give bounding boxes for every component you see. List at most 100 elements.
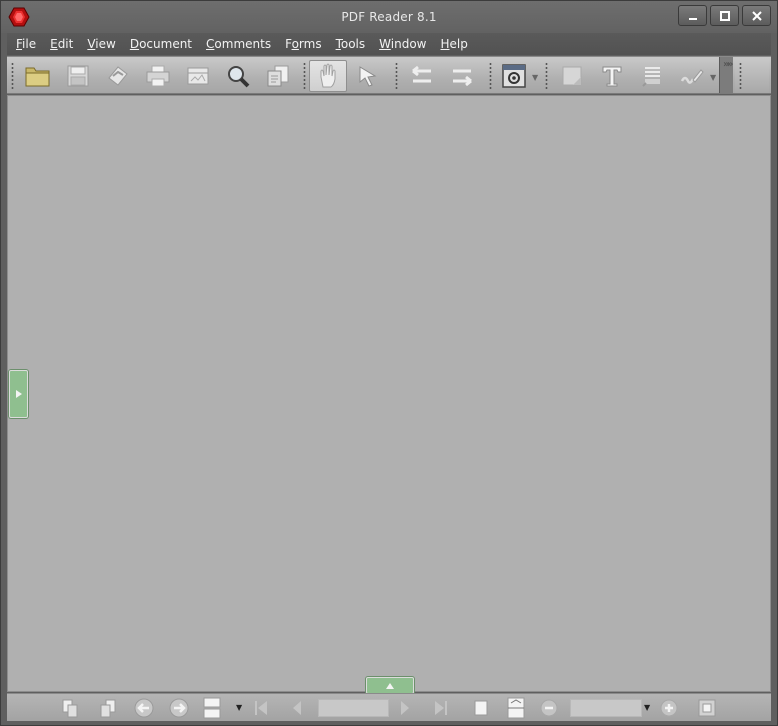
title-bar[interactable]: PDF Reader 8.1 — [1, 1, 777, 33]
full-screen-icon — [698, 699, 716, 717]
email-button[interactable] — [103, 61, 133, 91]
close-icon — [751, 10, 762, 21]
zoom-in-button[interactable] — [657, 697, 681, 719]
minimize-icon — [688, 17, 697, 20]
first-page-icon — [255, 701, 267, 715]
previous-page-button[interactable] — [285, 697, 309, 719]
previous-page-icon — [293, 701, 301, 715]
layout-dropdown-icon[interactable]: ▼ — [236, 703, 242, 712]
menu-edit[interactable]: Edit — [50, 37, 73, 51]
fit-page-icon — [474, 700, 488, 716]
open-button[interactable] — [23, 61, 53, 91]
page-layout-icon — [203, 697, 221, 719]
arrow-left-circle-icon — [134, 698, 154, 718]
print-button[interactable] — [143, 61, 173, 91]
last-page-icon — [435, 701, 447, 715]
signature-button[interactable] — [677, 61, 707, 91]
text-button[interactable] — [597, 61, 627, 91]
search-icon — [228, 66, 250, 88]
copy-pages-button[interactable] — [263, 61, 293, 91]
print-icon — [146, 65, 170, 87]
toolbar-grip[interactable] — [489, 62, 492, 90]
copy-pages-icon — [267, 65, 289, 87]
fit-width-button[interactable] — [504, 697, 528, 719]
menu-tools[interactable]: Tools — [336, 37, 366, 51]
scan-icon — [187, 67, 209, 85]
app-window: PDF Reader 8.1 File Edit View Document C… — [0, 0, 778, 726]
document-area[interactable] — [7, 95, 771, 694]
main-toolbar: ▼ ▼ » » — [7, 56, 771, 94]
save-icon — [67, 65, 89, 87]
expand-up-icon — [386, 682, 394, 689]
previous-view-icon — [412, 65, 431, 83]
select-tool-button[interactable] — [353, 61, 383, 91]
next-page-button[interactable] — [393, 697, 417, 719]
minimize-button[interactable] — [678, 5, 707, 26]
pages-panel-button[interactable] — [58, 697, 82, 719]
toolbar-grip[interactable] — [545, 62, 548, 90]
highlight-text-icon — [642, 67, 660, 87]
toolbar-grip[interactable] — [11, 62, 14, 90]
back-button[interactable] — [132, 697, 156, 719]
email-icon — [108, 66, 128, 86]
settings-icon — [502, 64, 526, 88]
next-page-icon — [401, 701, 409, 715]
maximize-icon — [719, 10, 730, 21]
page-number-field[interactable] — [318, 699, 389, 717]
fit-width-icon — [507, 697, 525, 719]
toolbar-grip[interactable] — [303, 62, 306, 90]
hand-tool-button[interactable] — [309, 60, 347, 92]
text-icon — [602, 66, 622, 87]
highlight-text-button[interactable] — [637, 61, 667, 91]
forward-button[interactable] — [167, 697, 191, 719]
save-button[interactable] — [63, 61, 93, 91]
close-button[interactable] — [742, 5, 771, 26]
window-title: PDF Reader 8.1 — [341, 10, 437, 24]
rotate-pages-button[interactable] — [96, 697, 120, 719]
expand-right-icon — [15, 390, 22, 398]
maximize-button[interactable] — [710, 5, 739, 26]
zoom-out-button[interactable] — [537, 697, 561, 719]
signature-icon — [680, 69, 704, 84]
signature-dropdown-icon[interactable]: ▼ — [710, 73, 716, 82]
fit-page-button[interactable] — [469, 697, 493, 719]
note-icon — [562, 66, 582, 86]
bottom-panel-toggle[interactable] — [366, 677, 414, 694]
menu-forms[interactable]: Forms — [285, 37, 322, 51]
menu-comments[interactable]: Comments — [206, 37, 271, 51]
settings-button[interactable] — [499, 61, 529, 91]
status-bar: ▼ ▼ — [7, 693, 771, 721]
menu-window[interactable]: Window — [379, 37, 426, 51]
toolbar-grip[interactable] — [739, 62, 742, 90]
hand-tool-icon — [320, 63, 336, 88]
page-layout-button[interactable] — [200, 697, 224, 719]
menu-file[interactable]: File — [16, 37, 36, 51]
first-page-button[interactable] — [249, 697, 273, 719]
zoom-in-icon — [660, 699, 678, 717]
chevron-right-icon[interactable]: » — [727, 59, 733, 70]
rotate-pages-icon — [100, 699, 116, 718]
menu-help[interactable]: Help — [440, 37, 467, 51]
zoom-level-field[interactable] — [570, 699, 642, 717]
select-arrow-icon — [359, 66, 377, 87]
scan-button[interactable] — [183, 61, 213, 91]
search-button[interactable] — [223, 61, 253, 91]
toolbar-grip[interactable] — [395, 62, 398, 90]
next-view-button[interactable] — [447, 61, 477, 91]
full-screen-button[interactable] — [695, 697, 719, 719]
menu-bar: File Edit View Document Comments Forms T… — [7, 33, 771, 55]
next-view-icon — [453, 69, 472, 87]
arrow-right-circle-icon — [169, 698, 189, 718]
navigation-panel-toggle[interactable] — [9, 370, 28, 418]
open-folder-icon — [25, 67, 50, 87]
pages-icon — [62, 699, 78, 718]
zoom-out-icon — [540, 699, 558, 717]
menu-view[interactable]: View — [87, 37, 115, 51]
settings-dropdown-icon[interactable]: ▼ — [532, 73, 538, 82]
previous-view-button[interactable] — [407, 61, 437, 91]
note-button[interactable] — [557, 61, 587, 91]
last-page-button[interactable] — [429, 697, 453, 719]
toolbar-secondary: » — [727, 57, 769, 93]
zoom-dropdown-icon[interactable]: ▼ — [644, 703, 650, 712]
menu-document[interactable]: Document — [130, 37, 192, 51]
